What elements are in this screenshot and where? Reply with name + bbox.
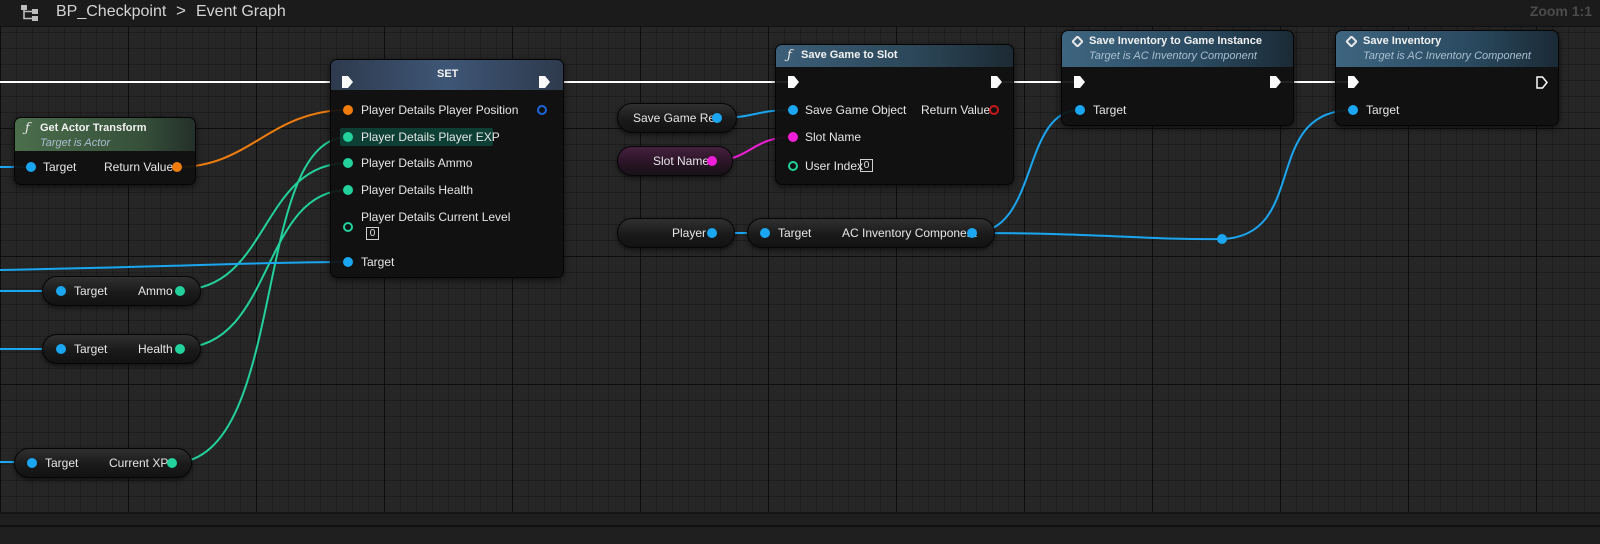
reroute-knot [1217,234,1227,244]
get-current-xp-output-label: Current XP [109,456,169,470]
target-wire [0,261,349,271]
get-inventory-component-target-pin[interactable] [760,228,770,238]
set-pin-label: Player Details Health [361,183,474,197]
set-current-level-pin[interactable] [343,222,353,232]
set-ammo-pin[interactable] [343,158,353,168]
transform-wire [177,109,349,168]
set-health-pin[interactable] [343,185,353,195]
get-current-xp-target-pin[interactable] [27,458,37,468]
set-player-position-pin[interactable] [343,105,353,115]
save-inventory-subtitle: Target is AC Inventory Component [1363,50,1531,62]
save-inventory-to-gi-target-label: Target [1093,103,1127,117]
user-index-pin[interactable] [788,161,798,171]
set-node-title: SET [437,68,459,80]
get-actor-transform-node[interactable]: ƒ Get Actor Transform Target is Actor [14,117,196,185]
user-index-label: User Index [805,159,864,173]
set-output-pin[interactable] [537,105,547,115]
get-inventory-component-output-label: AC Inventory Component [842,226,977,240]
save-game-to-slot-title: Save Game to Slot [801,49,898,61]
save-inventory-target-label: Target [1366,103,1400,117]
get-health-output-pin[interactable] [175,344,185,354]
get-health-target-pin[interactable] [56,344,66,354]
get-actor-transform-target-pin[interactable] [26,162,36,172]
get-actor-transform-return-label: Return Value [104,160,174,174]
player-variable-label: Player [672,226,707,240]
save-inventory-to-game-instance-subtitle: Target is AC Inventory Component [1089,50,1257,62]
save-inventory-to-game-instance-title: Save Inventory to Game Instance [1089,35,1263,47]
slot-name-input-label: Slot Name [805,130,862,144]
get-inventory-component-target-label: Target [778,226,812,240]
get-health-output-label: Health [138,342,173,356]
set-pin-label: Player Details Current Level [361,210,511,224]
save-inventory-target-pin[interactable] [1348,105,1358,115]
get-ammo-output-label: Ammo [138,284,173,298]
set-player-exp-pin[interactable] [343,132,353,142]
save-game-ref-output-pin[interactable] [712,113,722,123]
save-inventory-title: Save Inventory [1363,35,1442,47]
get-actor-transform-target-label: Target [43,160,77,174]
save-game-ref-label: Save Game Ref [633,111,719,125]
get-actor-transform-return-pin[interactable] [172,162,182,172]
health-wire [179,189,349,349]
slot-name-input-pin[interactable] [788,132,798,142]
function-icon: ƒ [787,48,792,63]
current-level-value-box[interactable]: 0 [366,227,379,240]
get-ammo-target-pin[interactable] [56,286,66,296]
function-icon: ƒ [25,121,30,136]
save-inventory-exec-out-pin[interactable] [1536,76,1548,89]
set-pin-label: Player Details Player EXP [361,130,500,144]
save-game-return-label: Return Value [921,103,991,117]
get-inventory-component-output-pin[interactable] [967,228,977,238]
user-index-value-box[interactable]: 0 [860,159,873,172]
slot-name-variable-label: Slot Name [653,154,710,168]
save-game-return-pin[interactable] [989,105,999,115]
get-actor-transform-subtitle: Target is Actor [40,137,111,149]
ammo-wire [179,162,349,291]
set-pin-label: Player Details Ammo [361,156,473,170]
slot-name-output-pin[interactable] [707,156,717,166]
set-pin-label: Target [361,255,395,269]
get-ammo-target-label: Target [74,284,108,298]
set-target-pin[interactable] [343,257,353,267]
set-pin-label: Player Details Player Position [361,103,519,117]
get-ammo-output-pin[interactable] [175,286,185,296]
get-current-xp-output-pin[interactable] [167,458,177,468]
current-xp-wire [171,136,349,464]
get-actor-transform-title: Get Actor Transform [40,122,147,134]
save-game-object-pin[interactable] [788,105,798,115]
inventory-wire [971,109,1354,241]
save-inventory-to-gi-target-pin[interactable] [1075,105,1085,115]
save-game-object-label: Save Game Object [805,103,907,117]
get-current-xp-target-label: Target [45,456,79,470]
get-health-target-label: Target [74,342,108,356]
player-output-pin[interactable] [707,228,717,238]
